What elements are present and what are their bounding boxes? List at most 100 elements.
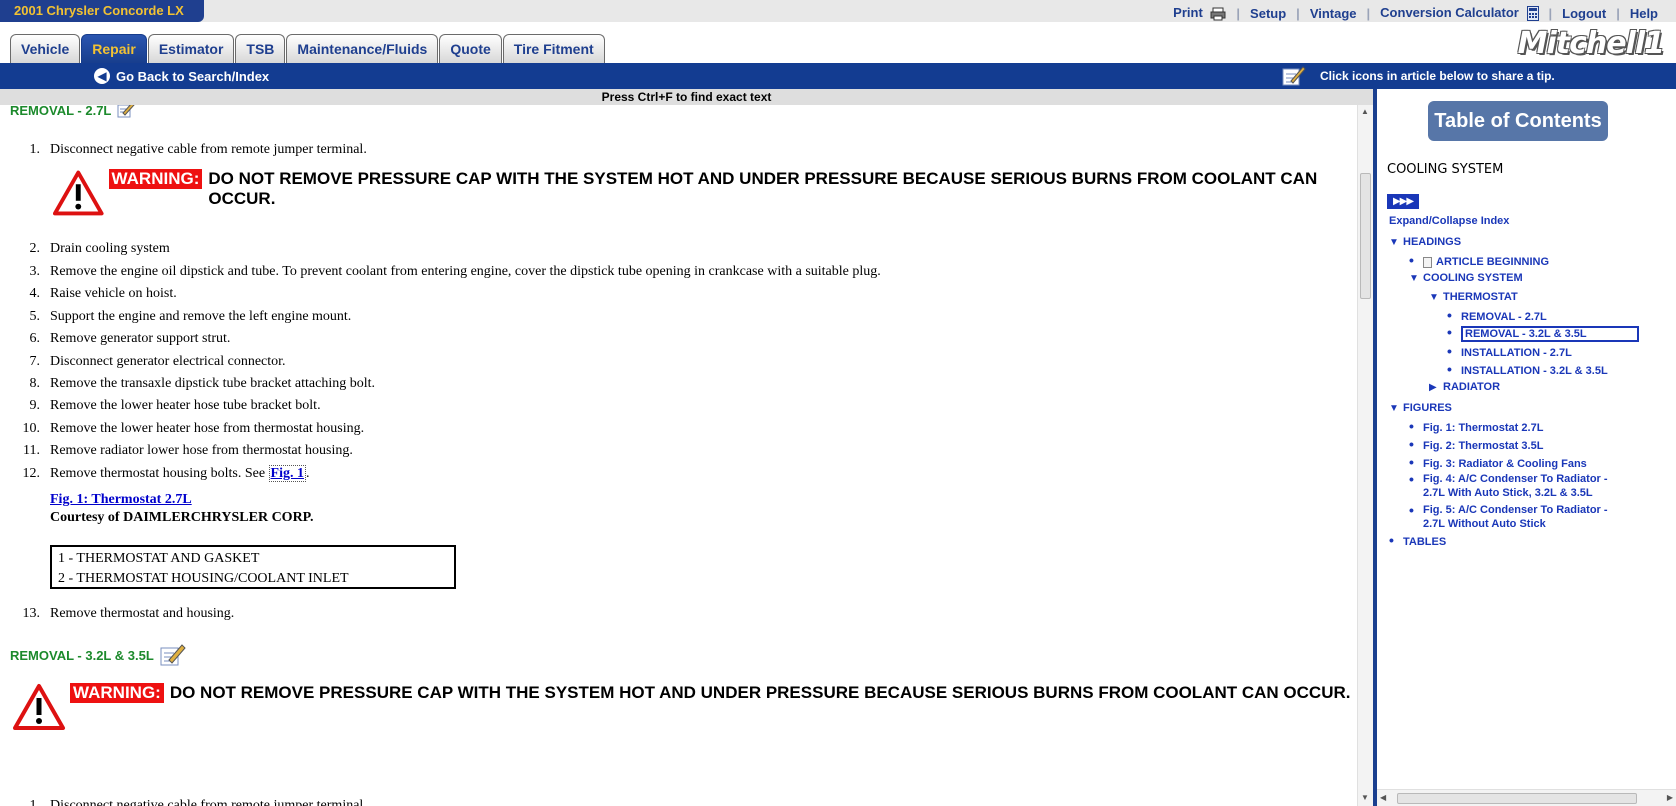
step-text: Remove thermostat housing bolts. See Fig… <box>50 464 309 484</box>
tab-maintenance-fluids[interactable]: Maintenance/Fluids <box>286 34 439 64</box>
toc-item-label: HEADINGS <box>1403 236 1462 248</box>
step-text-end: . <box>305 466 310 481</box>
bullet-icon: • <box>1389 532 1394 548</box>
tab-bar: Vehicle Repair Estimator TSB Maintenance… <box>0 22 1676 64</box>
nav-band: ◀ Go Back to Search/Index Click icons in… <box>0 63 1676 89</box>
step-number: 6. <box>29 331 41 346</box>
toc-item-label: REMOVAL - 2.7L <box>1461 311 1547 323</box>
chevron-right-icon: ▶ <box>1429 382 1437 393</box>
toc-section-title: COOLING SYSTEM <box>1387 162 1504 177</box>
step-text: Remove the lower heater hose from thermo… <box>50 421 365 436</box>
step-item: 3. Remove the engine oil dipstick and tub… <box>0 262 881 282</box>
step-item: 9. Remove the lower heater hose tube brac… <box>0 396 321 416</box>
document-icon <box>1423 256 1432 268</box>
toc-title-button[interactable]: Table of Contents <box>1428 101 1608 141</box>
step-item: 8. Remove the transaxle dipstick tube bra… <box>0 374 376 394</box>
back-arrow-icon: ◀ <box>94 68 110 84</box>
warning-triangle-icon <box>13 684 65 730</box>
logout-link[interactable]: Logout <box>1552 6 1616 21</box>
toc-horizontal-scrollbar[interactable]: ◀ ▶ <box>1377 789 1676 806</box>
step-text: Remove radiator lower hose from thermost… <box>50 443 353 458</box>
warning-label: WARNING: <box>70 683 164 703</box>
toc-item-removal-32[interactable]: • REMOVAL - 3.2L & 3.5L <box>1447 325 1639 342</box>
warning-box: WARNING: DO NOT REMOVE PRESSURE CAP WITH… <box>12 683 1350 731</box>
toc-item-thermostat[interactable]: ▼ THERMOSTAT <box>1429 290 1518 305</box>
share-tip-icon[interactable] <box>117 105 136 118</box>
tab-tire-fitment[interactable]: Tire Fitment <box>502 34 605 64</box>
toc-item-label: TABLES <box>1403 536 1447 548</box>
step-text: Disconnect generator electrical connecto… <box>50 354 286 369</box>
chevron-down-icon: ▼ <box>1409 273 1419 284</box>
step-item: 13. Remove thermostat and housing. <box>0 604 235 624</box>
help-link[interactable]: Help <box>1620 6 1668 21</box>
scroll-right-arrow-icon[interactable]: ▶ <box>1667 793 1673 802</box>
toc-item-fig1[interactable]: • Fig. 1: Thermostat 2.7L <box>1409 419 1543 435</box>
scrollbar-thumb[interactable] <box>1397 793 1637 804</box>
scroll-down-arrow-icon[interactable]: ▼ <box>1361 793 1369 802</box>
warning-label: WARNING: <box>108 169 203 189</box>
step-number: 5. <box>29 309 41 324</box>
toc-item-fig4[interactable]: • Fig. 4: A/C Condenser To Radiator - 2.7… <box>1409 472 1629 500</box>
toc-item-label: INSTALLATION - 2.7L <box>1461 347 1572 359</box>
step-text: Raise vehicle on hoist. <box>50 286 177 301</box>
step-item: 1. Disconnect negative cable from remote … <box>0 140 367 160</box>
figure-title-link[interactable]: Fig. 1: Thermostat 2.7L <box>50 492 192 508</box>
step-item: 7. Disconnect generator electrical connec… <box>0 352 286 372</box>
toc-item-label: COOLING SYSTEM <box>1423 272 1523 284</box>
step-number: 1. <box>29 798 41 806</box>
scroll-left-arrow-icon[interactable]: ◀ <box>1380 793 1386 802</box>
print-link[interactable]: Print <box>1163 5 1236 21</box>
step-item: 4. Raise vehicle on hoist. <box>0 284 177 304</box>
bullet-icon: • <box>1447 307 1452 323</box>
tab-estimator[interactable]: Estimator <box>147 34 235 64</box>
tip-area: Click icons in article below to share a … <box>1282 63 1555 89</box>
expand-collapse-icon[interactable]: ▶▶▶ <box>1387 194 1419 209</box>
step-number: 2. <box>29 241 41 256</box>
share-tip-icon[interactable] <box>160 643 186 667</box>
toc-item-installation-32[interactable]: • INSTALLATION - 3.2L & 3.5L <box>1447 362 1608 378</box>
step-item: 10. Remove the lower heater hose from the… <box>0 419 365 439</box>
bullet-icon: • <box>1409 436 1414 452</box>
expand-collapse-link[interactable]: Expand/Collapse Index <box>1389 215 1509 227</box>
step-number: 12. <box>22 466 41 481</box>
back-to-search-link[interactable]: ◀ Go Back to Search/Index <box>94 63 269 89</box>
toc-item-cooling-system[interactable]: ▼ COOLING SYSTEM <box>1409 271 1523 286</box>
scroll-up-arrow-icon[interactable]: ▲ <box>1361 107 1369 116</box>
conversion-calculator-link[interactable]: Conversion Calculator <box>1370 5 1548 22</box>
step-item: 2. Drain cooling system <box>0 239 170 259</box>
tab-quote[interactable]: Quote <box>439 34 502 64</box>
toc-item-fig2[interactable]: • Fig. 2: Thermostat 3.5L <box>1409 437 1543 453</box>
toc-item-fig5[interactable]: • Fig. 5: A/C Condenser To Radiator - 2.7… <box>1409 503 1629 531</box>
chevron-down-icon: ▼ <box>1429 292 1439 303</box>
warning-box: WARNING: DO NOT REMOVE PRESSURE CAP WITH… <box>52 169 1357 217</box>
toc-item-tables[interactable]: • TABLES <box>1389 533 1446 549</box>
toc-item-figures[interactable]: ▼ FIGURES <box>1389 401 1452 416</box>
toc-item-installation-27[interactable]: • INSTALLATION - 2.7L <box>1447 344 1572 360</box>
mitchell1-logo: Mitchell1 <box>1517 26 1665 61</box>
section-heading-label: REMOVAL - 3.2L & 3.5L <box>10 647 154 663</box>
toc-item-label: FIGURES <box>1403 402 1452 414</box>
step-text: Remove the engine oil dipstick and tube.… <box>50 264 881 279</box>
toc-item-headings[interactable]: ▼ HEADINGS <box>1389 235 1461 250</box>
vehicle-title[interactable]: 2001 Chrysler Concorde LX <box>0 0 204 22</box>
warning-text: DO NOT REMOVE PRESSURE CAP WITH THE SYST… <box>169 683 1351 702</box>
tab-tsb[interactable]: TSB <box>235 34 286 64</box>
setup-link[interactable]: Setup <box>1240 6 1296 21</box>
scrollbar-thumb[interactable] <box>1360 173 1371 299</box>
step-number: 7. <box>29 354 41 369</box>
toc-item-article-beginning[interactable]: • ARTICLE BEGINNING <box>1409 253 1549 269</box>
tab-repair[interactable]: Repair <box>81 34 147 64</box>
calculator-icon <box>1526 6 1539 22</box>
bullet-icon: • <box>1409 502 1414 518</box>
vintage-link[interactable]: Vintage <box>1300 6 1367 21</box>
step-text: Support the engine and remove the left e… <box>50 309 352 324</box>
tab-vehicle[interactable]: Vehicle <box>10 34 81 64</box>
step-number: 3. <box>29 264 41 279</box>
step-number: 9. <box>29 398 41 413</box>
fig-1-reference-link[interactable]: Fig. 1 <box>268 465 306 482</box>
toc-item-removal-27[interactable]: • REMOVAL - 2.7L <box>1447 308 1547 324</box>
toc-item-fig3[interactable]: • Fig. 3: Radiator & Cooling Fans <box>1409 455 1587 471</box>
toc-item-radiator[interactable]: ▶ RADIATOR <box>1429 380 1500 395</box>
article-scrollbar[interactable]: ▲ ▼ <box>1357 105 1373 806</box>
legend-row: 2 - THERMOSTAT HOUSING/COOLANT INLET <box>58 571 349 586</box>
